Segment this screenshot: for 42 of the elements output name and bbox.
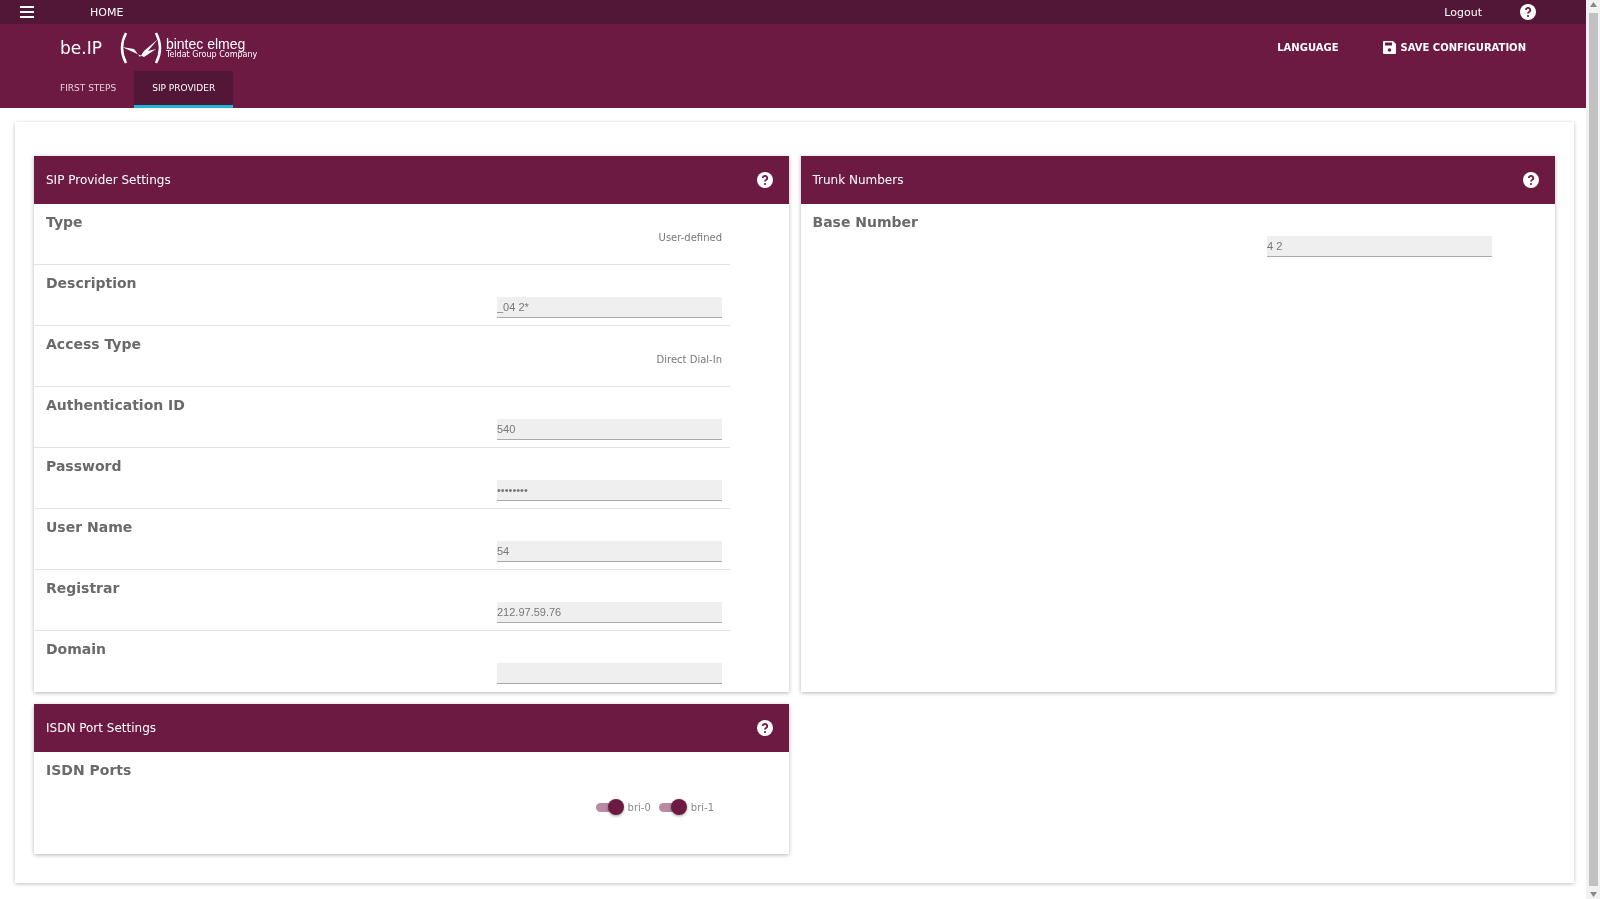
field-label: ISDN Ports bbox=[46, 762, 132, 780]
save-icon bbox=[1382, 41, 1396, 54]
input-field[interactable]: _04 2* bbox=[497, 297, 722, 318]
input-field[interactable] bbox=[497, 663, 722, 684]
field-label: Domain bbox=[46, 641, 107, 659]
input-field[interactable]: 54 bbox=[497, 541, 722, 562]
down-arrow-icon bbox=[1589, 892, 1597, 897]
input-field[interactable]: 4 2 bbox=[1267, 236, 1492, 257]
field-label: Authentication ID bbox=[46, 397, 185, 415]
help-icon[interactable] bbox=[1520, 4, 1536, 20]
field-label: Registrar bbox=[46, 580, 120, 598]
panel-title: SIP Provider Settings bbox=[46, 173, 171, 187]
port-label: bri-1 bbox=[690, 802, 714, 813]
save-configuration-button[interactable]: SAVE CONFIGURATION bbox=[1382, 41, 1526, 54]
panel-title: ISDN Port Settings bbox=[46, 721, 156, 735]
up-arrow-icon bbox=[1589, 2, 1597, 7]
help-icon[interactable] bbox=[1523, 172, 1539, 188]
field-label: Base Number bbox=[812, 214, 918, 232]
menu-icon[interactable] bbox=[20, 6, 34, 18]
field-label: Password bbox=[46, 458, 122, 476]
help-icon[interactable] bbox=[756, 720, 773, 736]
logo-tagline: Teldat Group Company bbox=[165, 50, 258, 59]
home-link[interactable]: HOME bbox=[90, 5, 124, 19]
field-label: Description bbox=[46, 275, 137, 293]
help-icon[interactable] bbox=[756, 172, 773, 188]
input-field[interactable]: 540 bbox=[497, 419, 722, 440]
tab[interactable]: FIRST STEPS bbox=[42, 71, 135, 108]
input-field[interactable]: 212.97.59.76 bbox=[497, 602, 722, 623]
field-label: User Name bbox=[46, 519, 133, 537]
logo-wordmark: bintec elmeg bbox=[165, 36, 246, 51]
field-value: Direct Dial-In bbox=[656, 354, 722, 367]
field-label: Access Type bbox=[46, 336, 141, 354]
port-label: bri-0 bbox=[627, 802, 651, 813]
panel-title: Trunk Numbers bbox=[812, 173, 904, 187]
field-label: Type bbox=[46, 214, 83, 232]
language-button[interactable]: LANGUAGE bbox=[1277, 42, 1339, 53]
tab[interactable]: SIP PROVIDER bbox=[134, 71, 234, 108]
input-field[interactable]: •••••••• bbox=[497, 480, 722, 501]
logout-link[interactable]: Logout bbox=[1444, 5, 1482, 19]
brand-name: be.IP bbox=[60, 37, 102, 58]
field-value: User-defined bbox=[658, 232, 722, 245]
scrollbar[interactable] bbox=[1586, 0, 1600, 899]
